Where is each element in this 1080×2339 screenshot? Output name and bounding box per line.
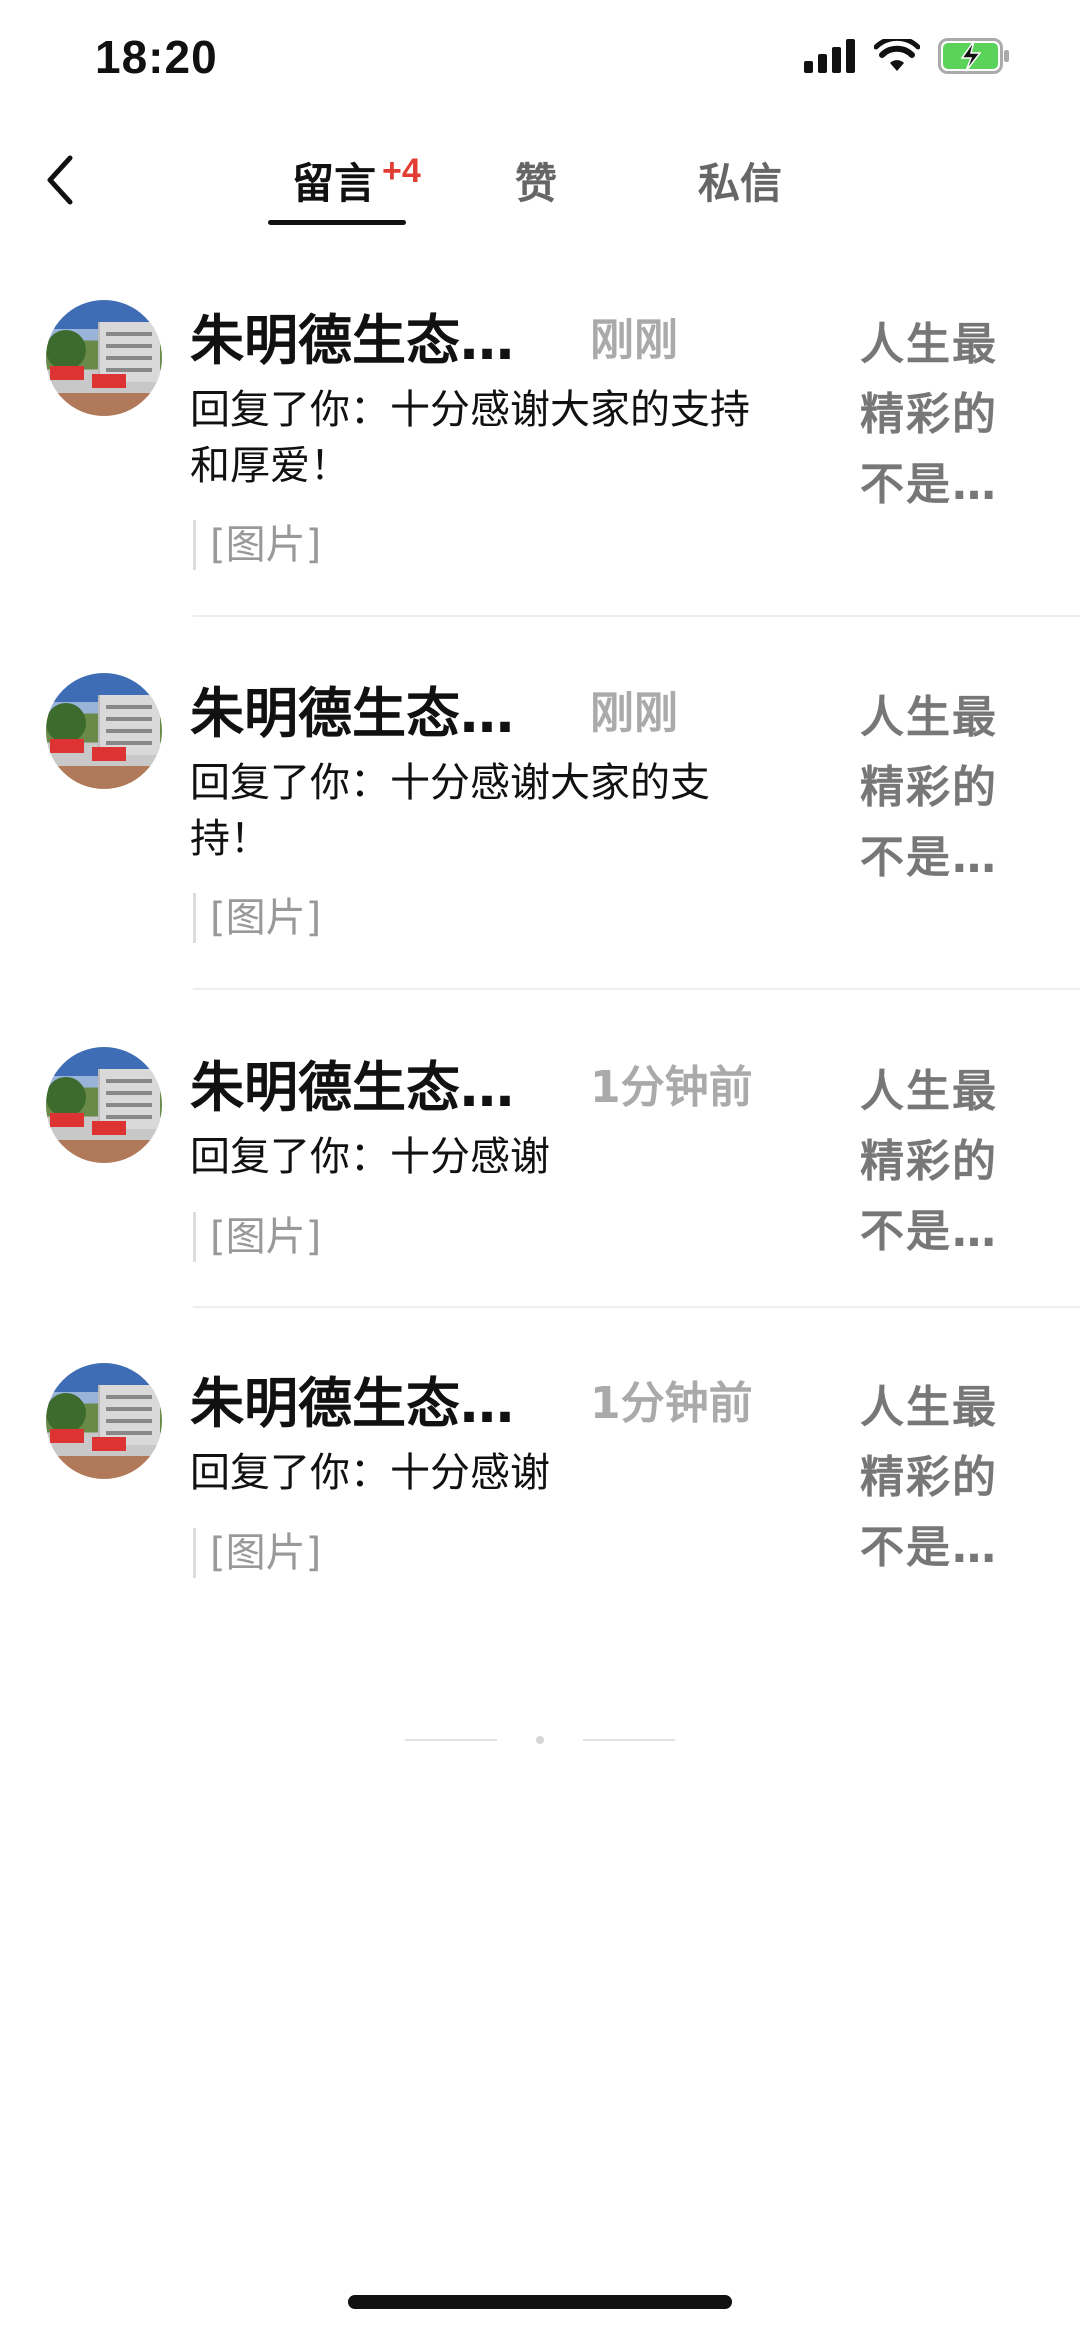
home-indicator[interactable] [348,2295,732,2309]
attachment-label: [图片] [193,520,321,570]
attachment-label: [图片] [193,1528,321,1578]
end-of-list-marker [405,1735,675,1745]
post-preview[interactable]: 人生最精彩的不是… [860,1373,1020,1583]
post-preview[interactable]: 人生最精彩的不是… [860,1057,1020,1267]
tab-comments-badge: +4 [382,152,421,190]
status-time: 18:20 [95,31,218,83]
active-tab-indicator [268,220,406,225]
attachment-label: [图片] [193,1212,321,1262]
avatar[interactable] [46,1363,162,1479]
avatar[interactable] [46,300,162,416]
message-time: 1分钟前 [590,1062,753,1113]
avatar[interactable] [46,673,162,789]
message-time: 刚刚 [590,688,678,739]
divider [193,615,1080,617]
reply-text: 回复了你：十分感谢大家的支持和厚爱！ [190,387,750,489]
divider [193,988,1080,990]
sender-name[interactable]: 朱明德生态… [190,1043,514,1122]
post-preview[interactable]: 人生最精彩的不是… [860,683,1020,893]
sender-name[interactable]: 朱明德生态… [190,296,514,375]
sender-name[interactable]: 朱明德生态… [190,1359,514,1438]
wifi-icon [874,39,920,71]
attachment-label: [图片] [193,893,321,943]
avatar[interactable] [46,1047,162,1163]
back-arrow-icon[interactable] [40,150,90,210]
tab-comments-label: 留言 [292,159,377,208]
status-icons [804,38,1010,74]
reply-text: 回复了你：十分感谢 [190,1134,550,1180]
reply-text: 回复了你：十分感谢 [190,1450,550,1496]
battery-charging-icon [938,38,1009,74]
sender-name[interactable]: 朱明德生态… [190,669,514,748]
message-time: 刚刚 [590,315,678,366]
tab-likes[interactable]: 赞 [515,150,557,211]
top-nav: 留言 +4 赞 私信 [0,120,1080,240]
status-bar: 18:20 [0,0,1080,120]
reply-text: 回复了你：十分感谢大家的支持！ [190,760,710,862]
divider [193,1306,1080,1308]
tab-comments[interactable]: 留言 +4 [292,150,421,211]
message-time: 1分钟前 [590,1378,753,1429]
signal-icon [804,39,855,73]
tab-messages[interactable]: 私信 [698,150,782,211]
post-preview[interactable]: 人生最精彩的不是… [860,310,1020,520]
